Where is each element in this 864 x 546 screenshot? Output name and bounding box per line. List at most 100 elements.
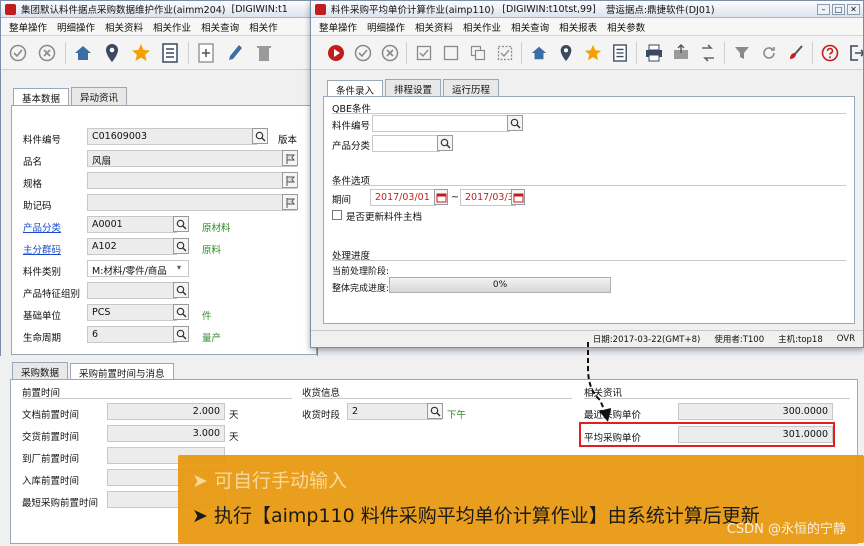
- group-field[interactable]: A102: [87, 238, 177, 255]
- add-button[interactable]: [195, 42, 217, 64]
- lifecycle-field[interactable]: 6: [87, 326, 177, 343]
- feature-field[interactable]: [87, 282, 177, 299]
- unit-search-button[interactable]: [173, 304, 189, 320]
- group-link[interactable]: 主分群码: [23, 242, 61, 256]
- dialog-menu-item[interactable]: 相关作业: [458, 20, 506, 34]
- help-button[interactable]: [819, 42, 841, 64]
- toolbar-separator: [65, 41, 66, 64]
- search-icon: [255, 131, 265, 141]
- pencil-icon: [229, 44, 242, 60]
- overall-progress-bar: 0%: [389, 277, 611, 293]
- tab-change-info[interactable]: 异动资讯: [71, 87, 128, 106]
- search-icon: [440, 138, 450, 148]
- home-button[interactable]: [528, 42, 550, 64]
- lead-time-field[interactable]: 2.000: [107, 403, 225, 420]
- exit-button[interactable]: [846, 42, 863, 64]
- name-field[interactable]: 风扇: [87, 150, 297, 167]
- period-from-input[interactable]: 2017/03/01: [370, 189, 436, 206]
- main-tabbar: 基本数据 异动资讯: [13, 87, 129, 107]
- close-button[interactable]: ✕: [847, 3, 860, 15]
- receipt-desc: 下午: [447, 410, 467, 421]
- maximize-button[interactable]: □: [832, 3, 845, 15]
- map-pin-icon: [560, 44, 572, 61]
- edit-button[interactable]: [224, 42, 246, 64]
- lifecycle-desc: 量产: [202, 333, 222, 344]
- qbe-item-input[interactable]: [372, 115, 510, 132]
- version-label: 版本: [278, 135, 298, 146]
- recent-price-field[interactable]: 300.0000: [678, 403, 833, 420]
- main-menu-item[interactable]: 明细操作: [52, 20, 100, 34]
- dialog-menu-item[interactable]: 相关报表: [554, 20, 602, 34]
- lead-time-label: 入库前置时间: [22, 476, 80, 487]
- type-select[interactable]: M:材料/零件/商品: [87, 260, 189, 277]
- clear-button[interactable]: [785, 42, 807, 64]
- item-no-field[interactable]: C01609003: [87, 128, 257, 145]
- qbe-item-search-button[interactable]: [507, 115, 523, 131]
- confirm-button[interactable]: [352, 42, 374, 64]
- main-menu-item[interactable]: 相关作业: [148, 20, 196, 34]
- play-icon: [328, 44, 344, 61]
- cancel-button[interactable]: [379, 42, 401, 64]
- uncheck-all-button[interactable]: [440, 42, 462, 64]
- qbe-category-input[interactable]: [372, 135, 440, 152]
- lifecycle-search-button[interactable]: [173, 326, 189, 342]
- export-button[interactable]: [670, 42, 692, 64]
- category-field[interactable]: A0001: [87, 216, 177, 233]
- spec-field[interactable]: [87, 172, 297, 189]
- dialog-menu-item[interactable]: 整单操作: [314, 20, 362, 34]
- type-select-value: M:材料/零件/商品: [92, 266, 167, 277]
- flag-icon: [286, 153, 295, 164]
- category-link[interactable]: 产品分类: [23, 220, 61, 234]
- main-menu-item[interactable]: 整单操作: [4, 20, 52, 34]
- period-from-calendar-button[interactable]: [434, 189, 448, 205]
- refresh-button[interactable]: [758, 42, 780, 64]
- receipt-title: 收货信息: [302, 388, 341, 399]
- cancel-button[interactable]: [36, 42, 58, 64]
- main-menu-item[interactable]: 相关资料: [100, 20, 148, 34]
- period-to-calendar-button[interactable]: [511, 189, 525, 205]
- update-master-checkbox[interactable]: [332, 210, 342, 220]
- feature-search-button[interactable]: [173, 282, 189, 298]
- delete-button[interactable]: [253, 42, 275, 64]
- location-button[interactable]: [555, 42, 577, 64]
- lead-time-field[interactable]: 3.000: [107, 425, 225, 442]
- dialog-menubar: 整单操作 明细操作 相关资料 相关作业 相关查询 相关报表 相关参数: [311, 18, 863, 36]
- dialog-menu-item[interactable]: 明细操作: [362, 20, 410, 34]
- dialog-menu-item[interactable]: 相关参数: [602, 20, 650, 34]
- mnemonic-multilang-button[interactable]: [282, 194, 298, 210]
- spec-multilang-button[interactable]: [282, 172, 298, 188]
- minimize-button[interactable]: –: [817, 3, 830, 15]
- location-button[interactable]: [101, 42, 123, 64]
- copy-button[interactable]: [467, 42, 489, 64]
- list-button[interactable]: [609, 42, 631, 64]
- help-icon: [821, 44, 839, 61]
- unit-field[interactable]: PCS: [87, 304, 177, 321]
- favorite-button[interactable]: [130, 42, 152, 64]
- feature-label: 产品特征组别: [23, 289, 81, 300]
- name-multilang-button[interactable]: [282, 150, 298, 166]
- filter-button[interactable]: [731, 42, 753, 64]
- select-button[interactable]: [494, 42, 516, 64]
- home-icon: [531, 46, 547, 59]
- dialog-menu-item[interactable]: 相关资料: [410, 20, 458, 34]
- dialog-window: 料件采购平均单价计算作业(aimp110) [DIGIWIN:t10tst,99…: [310, 0, 864, 348]
- main-menu-item[interactable]: 相关作: [244, 20, 283, 34]
- period-to-input[interactable]: 2017/03/31: [460, 189, 516, 206]
- qbe-category-search-button[interactable]: [437, 135, 453, 151]
- confirm-button[interactable]: [7, 42, 29, 64]
- list-button[interactable]: [159, 42, 181, 64]
- check-all-button[interactable]: [413, 42, 435, 64]
- mnemonic-field[interactable]: [87, 194, 297, 211]
- run-button[interactable]: [325, 42, 347, 64]
- flow-icon: [702, 43, 714, 62]
- item-no-search-button[interactable]: [252, 128, 268, 144]
- group-search-button[interactable]: [173, 238, 189, 254]
- print-button[interactable]: [643, 42, 665, 64]
- home-button[interactable]: [72, 42, 94, 64]
- category-search-button[interactable]: [173, 216, 189, 232]
- receipt-search-button[interactable]: [427, 403, 443, 419]
- dialog-menu-item[interactable]: 相关查询: [506, 20, 554, 34]
- favorite-button[interactable]: [582, 42, 604, 64]
- flow-button[interactable]: [697, 42, 719, 64]
- main-menu-item[interactable]: 相关查询: [196, 20, 244, 34]
